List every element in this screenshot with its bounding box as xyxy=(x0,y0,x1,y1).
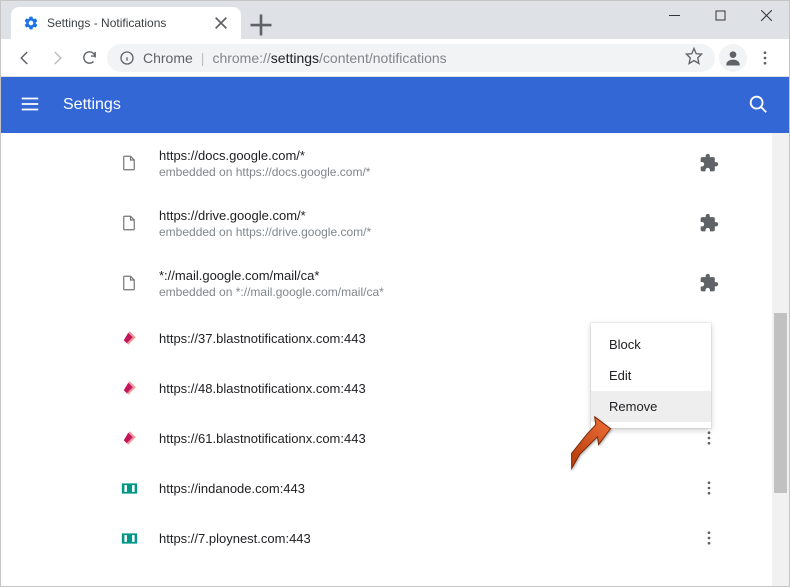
site-sublabel: embedded on https://docs.google.com/* xyxy=(159,165,689,179)
content-area: https://docs.google.com/* embedded on htt… xyxy=(1,133,789,586)
tab-title: Settings - Notifications xyxy=(47,16,213,30)
address-host: Chrome xyxy=(143,50,193,66)
site-sublabel: embedded on *://mail.google.com/mail/ca* xyxy=(159,285,689,299)
forward-button[interactable] xyxy=(43,44,71,72)
extension-icon[interactable] xyxy=(689,213,729,233)
minimize-button[interactable] xyxy=(651,1,697,29)
back-button[interactable] xyxy=(11,44,39,72)
site-row[interactable]: https://docs.google.com/* embedded on htt… xyxy=(1,133,789,193)
chrome-menu-button[interactable] xyxy=(751,44,779,72)
search-icon[interactable] xyxy=(747,93,771,117)
arrow-icon xyxy=(558,416,613,476)
extension-icon[interactable] xyxy=(689,273,729,293)
menu-icon[interactable] xyxy=(19,93,43,117)
site-sublabel: embedded on https://drive.google.com/* xyxy=(159,225,689,239)
bookmark-icon[interactable] xyxy=(685,47,703,68)
site-url: https://drive.google.com/* xyxy=(159,208,689,223)
site-row[interactable]: https://indanode.com:443 xyxy=(1,463,789,513)
profile-avatar[interactable] xyxy=(719,44,747,72)
maximize-button[interactable] xyxy=(697,1,743,29)
site-url: https://indanode.com:443 xyxy=(159,481,689,496)
site-url: https://docs.google.com/* xyxy=(159,148,689,163)
gear-icon xyxy=(23,15,39,31)
file-icon xyxy=(119,213,139,233)
site-info-icon[interactable] xyxy=(119,50,135,66)
context-menu: Block Edit Remove xyxy=(591,323,711,428)
more-actions-button[interactable] xyxy=(689,479,729,497)
page-title: Settings xyxy=(63,96,747,114)
reload-button[interactable] xyxy=(75,44,103,72)
new-tab-button[interactable] xyxy=(247,11,275,39)
address-url: chrome://settings/content/notifications xyxy=(212,50,446,66)
site-favicon xyxy=(119,478,139,498)
close-window-button[interactable] xyxy=(743,1,789,29)
site-favicon xyxy=(119,528,139,548)
menu-item-edit[interactable]: Edit xyxy=(591,360,711,391)
file-icon xyxy=(119,273,139,293)
notification-icon xyxy=(119,428,139,448)
close-tab-button[interactable] xyxy=(213,15,229,31)
settings-header: Settings xyxy=(1,77,789,133)
address-bar[interactable]: Chrome | chrome://settings/content/notif… xyxy=(107,44,715,72)
toolbar: Chrome | chrome://settings/content/notif… xyxy=(1,39,789,77)
site-url: *://mail.google.com/mail/ca* xyxy=(159,268,689,283)
scroll-thumb[interactable] xyxy=(774,313,787,493)
notification-icon xyxy=(119,328,139,348)
extension-icon[interactable] xyxy=(689,153,729,173)
more-actions-button[interactable] xyxy=(689,429,729,447)
window-controls xyxy=(651,1,789,29)
notification-icon xyxy=(119,378,139,398)
tab-settings-notifications[interactable]: Settings - Notifications xyxy=(11,7,241,39)
menu-item-block[interactable]: Block xyxy=(591,329,711,360)
scrollbar[interactable] xyxy=(772,133,789,586)
more-actions-button[interactable] xyxy=(689,529,729,547)
site-url: https://7.ploynest.com:443 xyxy=(159,531,689,546)
site-row[interactable]: *://mail.google.com/mail/ca* embedded on … xyxy=(1,253,789,313)
file-icon xyxy=(119,153,139,173)
site-row[interactable]: https://drive.google.com/* embedded on ht… xyxy=(1,193,789,253)
site-row[interactable]: https://7.ploynest.com:443 xyxy=(1,513,789,563)
